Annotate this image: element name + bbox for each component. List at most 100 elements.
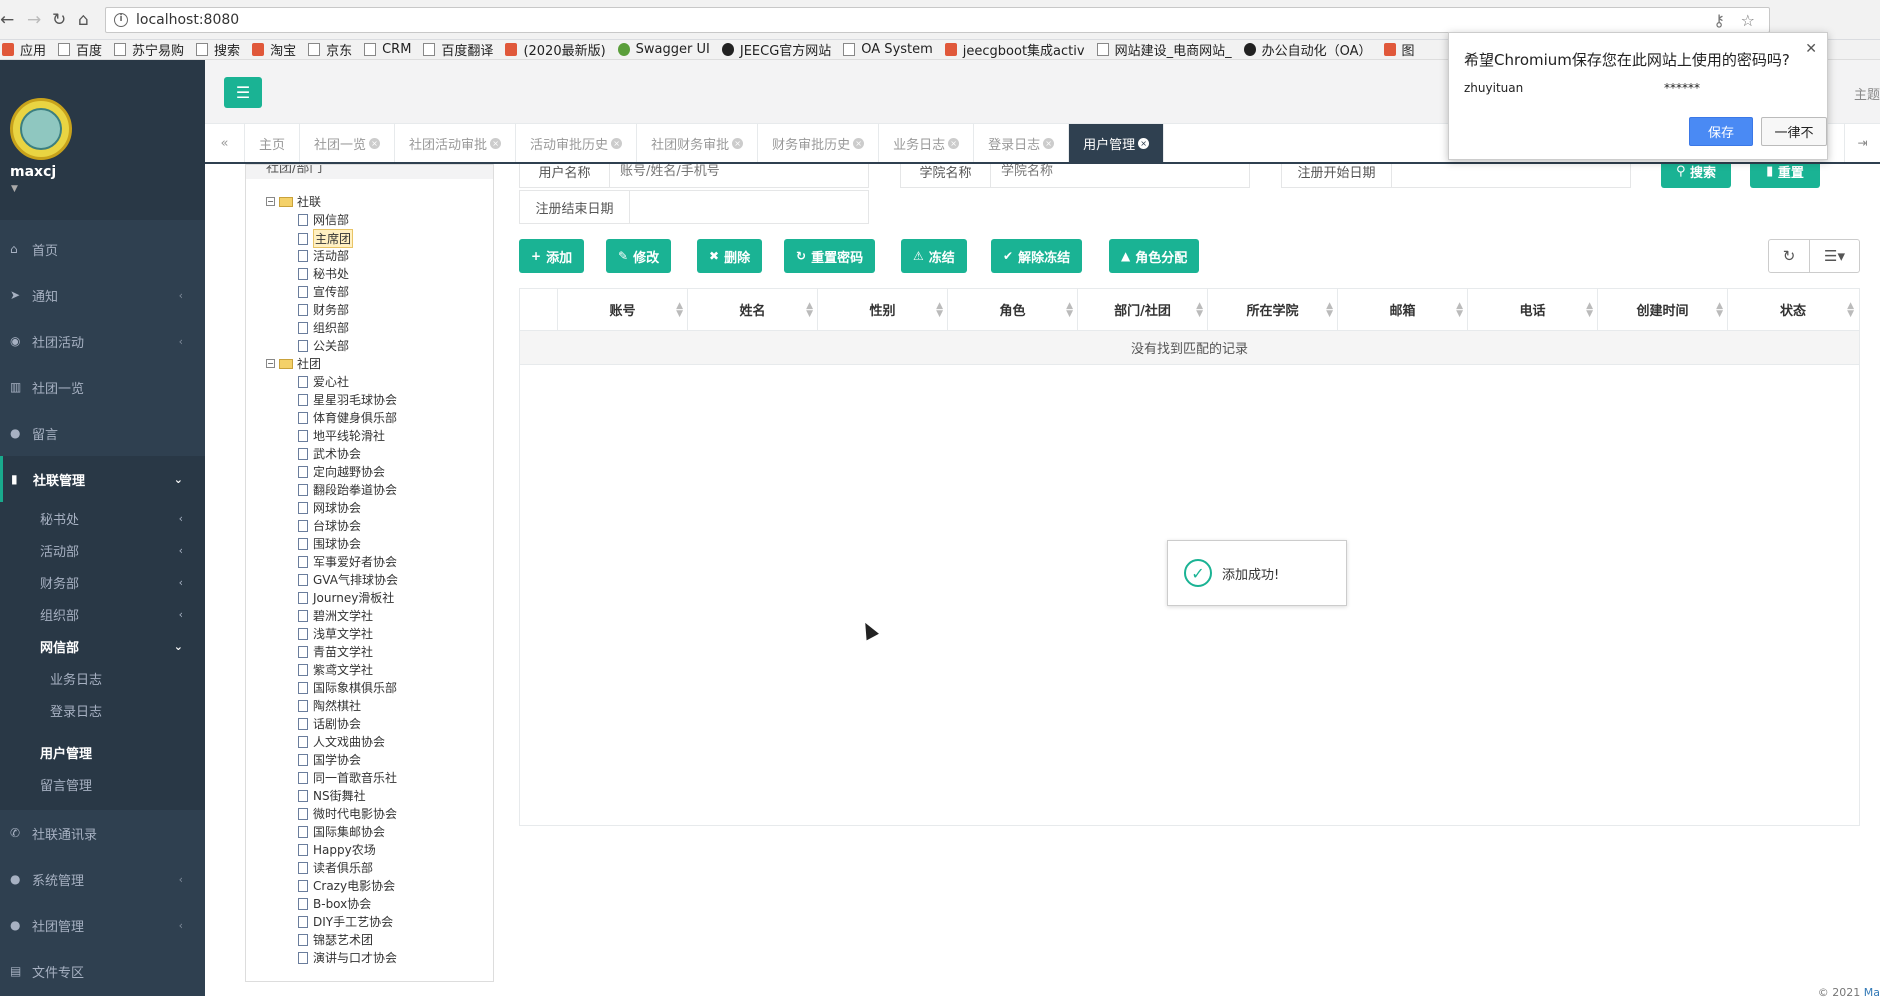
tree-node[interactable]: 军事爱好者协会 [298, 553, 397, 570]
column-header[interactable]: 状态 ▲ ▼ [1728, 289, 1858, 330]
tree-node[interactable]: 公关部 [298, 337, 349, 354]
tab-scroll-left-icon[interactable]: « [205, 124, 245, 162]
column-header[interactable]: 账号 ▲ ▼ [558, 289, 688, 330]
tree-node[interactable]: 紫鸢文学社 [298, 661, 373, 678]
tree-node[interactable]: 演讲与口才协会 [298, 949, 397, 966]
bookmark[interactable]: 搜索 [196, 40, 240, 59]
column-header[interactable]: 性别 ▲ ▼ [818, 289, 948, 330]
columns-button[interactable]: ☰▾ [1809, 239, 1860, 273]
saved-password[interactable]: ****** [1664, 81, 1700, 95]
tree-node[interactable]: 锦瑟艺术团 [298, 931, 373, 948]
sidebar-item-contacts[interactable]: ✆ 社联通讯录 [0, 810, 205, 856]
edit-button[interactable]: ✎ 修改 [606, 239, 672, 273]
back-icon[interactable]: ← [0, 10, 14, 30]
bookmark[interactable]: 百度 [58, 40, 102, 59]
star-icon[interactable]: ☆ [1741, 11, 1755, 30]
tree-node[interactable]: 爱心社 [298, 373, 349, 390]
sidebar-item-files[interactable]: ▤ 文件专区 [0, 948, 205, 994]
tab[interactable]: 业务日志 × [879, 124, 975, 162]
collapse-icon[interactable]: − [266, 197, 275, 206]
submenu-item-network[interactable]: 网信部 ⌄ [0, 630, 205, 662]
tree-folder[interactable]: − 社团 [266, 355, 321, 372]
sidebar-item-system[interactable]: ● 系统管理 ‹ [0, 856, 205, 902]
tree-node[interactable]: 同一首歌音乐社 [298, 769, 397, 786]
column-header[interactable]: 创建时间 ▲ ▼ [1598, 289, 1728, 330]
collapse-icon[interactable]: − [266, 359, 275, 368]
address-bar[interactable]: i localhost:8080 ⚷ ☆ [105, 7, 1770, 33]
tree-node[interactable]: Happy农场 [298, 841, 376, 858]
tree-node[interactable]: 组织部 [298, 319, 349, 336]
submenu-item[interactable]: 活动部 ‹ [0, 534, 205, 566]
tree-node[interactable]: 浅草文学社 [298, 625, 373, 642]
sidebar-item-activities[interactable]: ◉ 社团活动 ‹ [0, 318, 205, 364]
column-header[interactable]: 电话 ▲ ▼ [1468, 289, 1598, 330]
menu-toggle-button[interactable]: ☰ [224, 77, 262, 108]
tree-node[interactable]: 秘书处 [298, 265, 349, 282]
tree-node[interactable]: 陶然棋社 [298, 697, 361, 714]
close-icon[interactable]: × [611, 137, 623, 149]
username-input[interactable] [610, 164, 868, 187]
tree-node[interactable]: 网信部 [298, 211, 349, 228]
column-header[interactable]: 角色 ▲ ▼ [948, 289, 1078, 330]
submenu-item[interactable]: 组织部 ‹ [0, 598, 205, 630]
tree-node[interactable]: 台球协会 [298, 517, 361, 534]
tab[interactable]: 社团一览 × [300, 124, 396, 162]
tree-node[interactable]: Crazy电影协会 [298, 877, 395, 894]
bookmark[interactable]: 百度翻译 [423, 40, 493, 59]
info-icon[interactable]: i [114, 13, 128, 27]
tree-node[interactable]: B-box协会 [298, 895, 371, 912]
tree-folder[interactable]: − 社联 [266, 193, 321, 210]
tree-node[interactable]: 体育健身俱乐部 [298, 409, 397, 426]
column-header[interactable]: 邮箱 ▲ ▼ [1338, 289, 1468, 330]
tab[interactable]: 财务审批历史 × [758, 124, 880, 162]
submenu-item-business-log[interactable]: 业务日志 [0, 662, 205, 694]
saved-username[interactable]: zhuyituan [1464, 81, 1523, 95]
reg-end-input[interactable] [630, 191, 868, 223]
tree-node[interactable]: 活动部 [298, 247, 349, 264]
bookmark[interactable]: 京东 [308, 40, 352, 59]
save-password-button[interactable]: 保存 [1689, 117, 1753, 146]
reg-start-input[interactable] [1392, 164, 1630, 187]
close-icon[interactable]: × [853, 137, 865, 149]
assign-role-button[interactable]: ▲ 角色分配 [1109, 239, 1200, 273]
reset-password-button[interactable]: ↻ 重置密码 [784, 239, 876, 273]
username[interactable]: maxcj [10, 164, 56, 180]
submenu-item-user-mgmt[interactable]: 用户管理 [0, 736, 205, 768]
tree-node[interactable]: 翻段跆拳道协会 [298, 481, 397, 498]
tree-node[interactable]: 话剧协会 [298, 715, 361, 732]
close-icon[interactable]: × [490, 137, 502, 149]
column-header[interactable]: 部门/社团 ▲ ▼ [1078, 289, 1208, 330]
tree-node[interactable]: Journey滑板社 [298, 589, 394, 606]
reset-button[interactable]: ▮ 重置 [1750, 164, 1820, 188]
add-button[interactable]: + 添加 [519, 239, 585, 273]
select-all-checkbox[interactable] [520, 289, 558, 330]
never-save-button[interactable]: 一律不 [1761, 117, 1827, 146]
sidebar-item-union-mgmt[interactable]: ▮ 社联管理 ⌄ [0, 456, 205, 502]
home-icon[interactable]: ⌂ [78, 10, 89, 30]
college-input[interactable] [991, 164, 1249, 187]
sidebar-item-clubs[interactable]: ▥ 社团一览 [0, 364, 205, 410]
theme-label[interactable]: 主题 [1854, 84, 1880, 103]
tree-node[interactable]: NS街舞社 [298, 787, 366, 804]
tree-node[interactable]: 武术协会 [298, 445, 361, 462]
tree-node[interactable]: 定向越野协会 [298, 463, 385, 480]
close-icon[interactable]: × [732, 137, 744, 149]
sidebar-item-messages[interactable]: ● 留言 [0, 410, 205, 456]
tree-node[interactable]: 国际象棋俱乐部 [298, 679, 397, 696]
sidebar-item-notice[interactable]: ➤ 通知 ‹ [0, 272, 205, 318]
bookmark[interactable]: 苏宁易购 [114, 40, 184, 59]
tree-node[interactable]: 网球协会 [298, 499, 361, 516]
bookmark[interactable]: CRM [364, 42, 411, 57]
tree-node[interactable]: 青苗文学社 [298, 643, 373, 660]
tab-home[interactable]: 主页 [245, 124, 301, 162]
close-icon[interactable]: × [1043, 137, 1055, 149]
tree-node[interactable]: 国学协会 [298, 751, 361, 768]
close-icon[interactable]: × [948, 137, 960, 149]
tree-node[interactable]: 国际集邮协会 [298, 823, 385, 840]
tree-node[interactable]: 主席团 [298, 229, 354, 248]
delete-button[interactable]: ✖ 删除 [697, 239, 763, 273]
submenu-item-message-mgmt[interactable]: 留言管理 [0, 768, 205, 800]
logout-icon[interactable]: ⇥ [1844, 124, 1880, 162]
forward-icon[interactable]: → [27, 10, 41, 30]
tree-node[interactable]: 财务部 [298, 301, 349, 318]
